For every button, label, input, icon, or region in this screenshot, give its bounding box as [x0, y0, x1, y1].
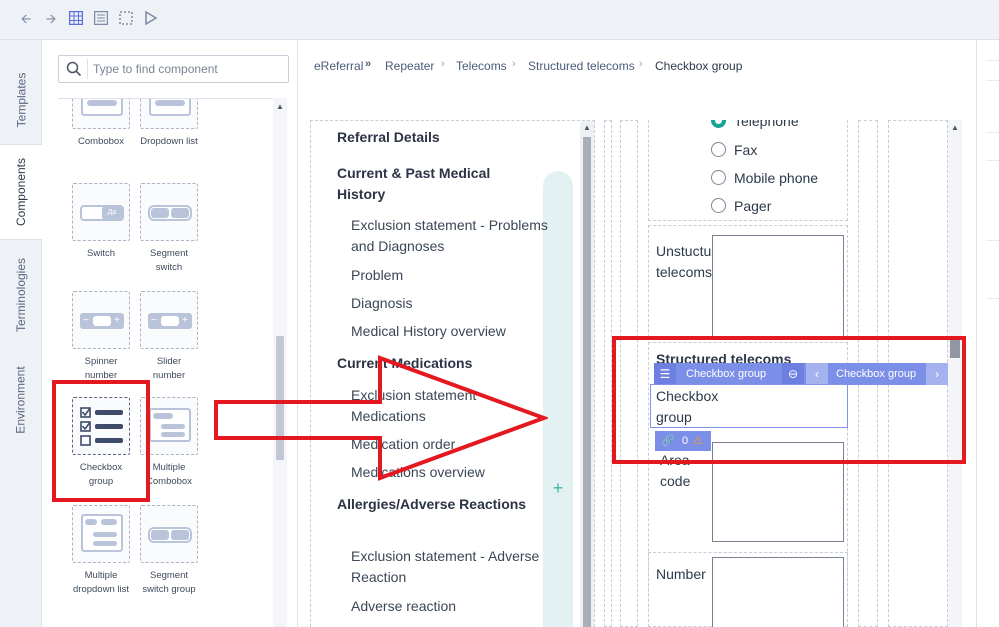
chevron-right-icon: › [512, 58, 516, 70]
double-chevron-icon: » [365, 58, 372, 70]
component-segment-switch-group[interactable]: Segment switch group [140, 505, 198, 597]
component-slider-number[interactable]: − + Slider number [140, 291, 198, 383]
scroll-up-arrow-icon[interactable]: ▲ [951, 123, 959, 132]
grid-view-icon[interactable] [68, 10, 84, 27]
segment-switch-icon [140, 183, 198, 241]
add-plus-icon[interactable]: + [549, 479, 567, 497]
scroll-up-arrow-icon[interactable]: ▲ [583, 123, 591, 132]
component-palette: Combobox Dropdown list Да Switch [42, 40, 298, 627]
search-icon [66, 61, 82, 77]
breadcrumb-item-checkbox-group[interactable]: Checkbox group [655, 59, 742, 73]
component-segment-switch[interactable]: Segment switch [140, 183, 198, 275]
breadcrumb-item-telecoms[interactable]: Telecoms [456, 59, 507, 73]
side-tab-rail: Templates Components Terminologies Envir… [0, 40, 42, 627]
chevron-right-icon: › [639, 58, 643, 70]
play-preview-icon[interactable] [143, 10, 159, 27]
breadcrumb-item-structured-telecoms[interactable]: Structured telecoms [528, 59, 635, 73]
radio-unchecked-icon [711, 170, 726, 185]
redo-arrow-icon[interactable]: 🡪 [43, 11, 59, 27]
annotation-drag-arrow-icon [214, 355, 548, 481]
radio-unchecked-icon [711, 198, 726, 213]
outline-scrollbar[interactable]: ▲ [580, 121, 594, 627]
annotation-highlight-checkbox-group [52, 380, 150, 502]
outline-item[interactable]: Exclusion statement - Adverse Reaction [351, 546, 551, 588]
unstructured-telecoms-label: Unstuctured telecoms [656, 243, 714, 280]
outline-item[interactable]: Adverse reaction [351, 596, 551, 617]
container-guide [604, 120, 612, 627]
outline-item[interactable]: Referral Details [337, 127, 537, 148]
undo-arrow-icon[interactable]: 🡨 [18, 11, 34, 27]
outline-item[interactable]: Medical History overview [351, 321, 551, 342]
breadcrumb-item-ereferral[interactable]: eReferral [314, 59, 363, 73]
frame-select-icon[interactable] [118, 11, 134, 27]
annotation-highlight-drop-target [612, 336, 966, 464]
combobox-icon [72, 99, 130, 129]
chevron-right-icon: › [441, 58, 445, 70]
tab-components[interactable]: Components [0, 144, 42, 240]
multiple-dropdown-list-icon [72, 505, 130, 563]
outline-item[interactable]: Allergies/Adverse Reactions [337, 494, 537, 515]
component-combobox[interactable]: Combobox [72, 99, 130, 149]
component-multiple-dropdown-list[interactable]: Multiple dropdown list [72, 505, 130, 597]
component-switch[interactable]: Да Switch [72, 183, 130, 261]
outline-scroll-thumb[interactable] [583, 137, 591, 627]
component-spinner-number[interactable]: − + Spinner number [72, 291, 130, 383]
tab-terminologies[interactable]: Terminologies [0, 240, 42, 350]
properties-panel-edge [976, 40, 999, 627]
number-field[interactable] [712, 557, 844, 627]
tab-environment[interactable]: Environment [0, 350, 42, 450]
spinner-number-icon: − + [72, 291, 130, 349]
search-input[interactable] [93, 56, 283, 82]
number-label: Number [656, 566, 706, 582]
radio-unchecked-icon [711, 142, 726, 157]
dropdown-list-icon [140, 99, 198, 129]
breadcrumb-item-repeater[interactable]: Repeater [385, 59, 434, 73]
outline-item[interactable]: Current & Past Medical History [337, 163, 537, 205]
outline-item[interactable]: Exclusion statement - Problems and Diagn… [351, 215, 551, 257]
unstructured-telecoms-field[interactable] [712, 235, 844, 337]
search-divider [87, 59, 88, 79]
outline-item[interactable]: Diagnosis [351, 293, 551, 314]
top-toolbar: 🡨 🡪 [0, 0, 999, 40]
tab-templates[interactable]: Templates [0, 48, 42, 152]
slider-number-icon: − + [140, 291, 198, 349]
component-search [58, 55, 289, 83]
outline-item[interactable]: Problem [351, 265, 551, 286]
breadcrumb: eReferral » Repeater › Telecoms › Struct… [299, 40, 975, 92]
component-dropdown-list[interactable]: Dropdown list [140, 99, 198, 149]
switch-toggle-icon: Да [72, 183, 130, 241]
list-view-icon[interactable] [93, 10, 109, 27]
scroll-up-arrow-icon[interactable]: ▲ [276, 102, 284, 111]
segment-switch-group-icon [140, 505, 198, 563]
